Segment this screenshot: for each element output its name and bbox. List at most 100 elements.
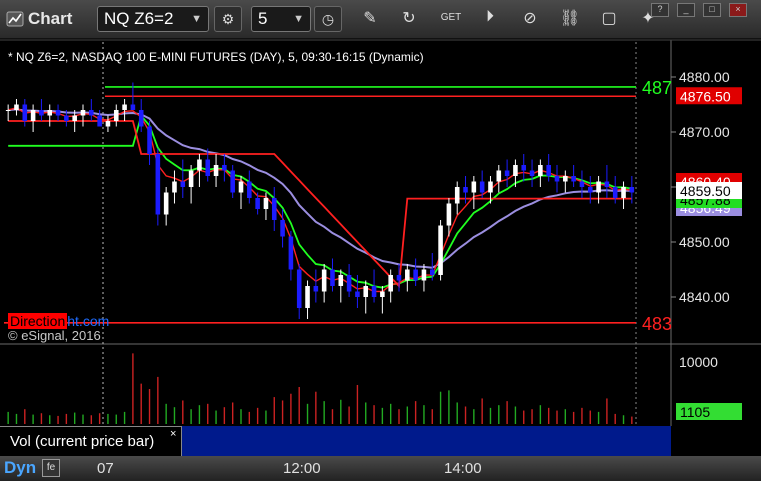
candle-body: [39, 110, 44, 116]
candle-body: [546, 165, 551, 176]
candle-body: [255, 198, 260, 209]
candle-body: [122, 104, 127, 110]
candle-body: [80, 110, 86, 116]
candle-body: [538, 165, 543, 176]
price-tick-label: 4850.00: [679, 234, 730, 250]
candle-body: [496, 170, 502, 182]
candle-body: [238, 181, 244, 193]
dynamic-label[interactable]: Dyn: [4, 458, 36, 478]
candle-body: [571, 176, 576, 182]
time-label-1400: 14:00: [444, 460, 482, 477]
candle-body: [130, 104, 136, 110]
candle-body: [421, 269, 427, 281]
candle-body: [105, 121, 111, 127]
candle-body: [280, 220, 285, 237]
volume-bars: [7, 353, 633, 424]
watermark: Direction ht.com: [8, 313, 109, 329]
candle-body: [14, 104, 19, 110]
candle-body: [563, 176, 568, 182]
candle-body: [463, 187, 468, 193]
candle-body: [313, 286, 319, 292]
candle-body: [321, 269, 327, 292]
candle-body: [163, 192, 169, 215]
candle-body: [587, 187, 593, 193]
candle-body: [504, 170, 510, 176]
price-tick-label: 4880.00: [679, 69, 730, 85]
axis-corner: [671, 426, 761, 456]
candle-body: [138, 110, 144, 127]
candle-body: [55, 110, 61, 116]
candle-body: [172, 181, 177, 193]
candle-body: [388, 275, 393, 292]
candle-body: [338, 275, 344, 286]
candle-body: [380, 291, 385, 297]
candle-body: [330, 269, 335, 286]
copyright-text: © eSignal, 2016: [8, 328, 101, 343]
candle-body: [346, 275, 352, 292]
candle-body: [155, 154, 161, 215]
candle-body: [471, 181, 477, 193]
candle-body: [89, 110, 94, 116]
price-axis: 4880.004870.004860.004850.004840.0010000: [671, 69, 730, 370]
candle-body: [305, 286, 310, 308]
candle-body: [363, 286, 369, 297]
candle-body: [72, 115, 77, 121]
red-level-tag: 4876.50: [680, 88, 731, 104]
time-label-1200: 12:00: [283, 460, 321, 477]
candle-body: [521, 165, 527, 171]
candle-body: [113, 110, 119, 121]
candle-body: [612, 187, 618, 198]
watermark-part1: Direction: [8, 313, 68, 329]
candle-body: [438, 225, 443, 275]
candle-body: [5, 110, 11, 111]
candle-body: [413, 269, 418, 281]
candle-body: [355, 291, 360, 297]
candle-body: [22, 104, 28, 121]
candle-body: [188, 170, 194, 187]
candle-body: [263, 198, 269, 209]
price-tick-label: 4840.00: [679, 289, 730, 305]
candle-body: [405, 269, 410, 281]
candle-body: [271, 198, 277, 220]
volume-study-label: Vol (current price bar): [10, 433, 155, 450]
candle-body: [371, 286, 377, 297]
candle-body: [596, 181, 601, 193]
candle-body: [64, 115, 69, 121]
candle-body: [529, 170, 535, 176]
candle-body: [147, 126, 152, 154]
candle-body: [222, 165, 227, 171]
price-tick-label: 4870.00: [679, 124, 730, 140]
candle-body: [604, 181, 610, 187]
candle-body: [429, 269, 435, 275]
candle-body: [554, 176, 560, 182]
purple-average-line: [8, 108, 632, 269]
candle-body: [197, 159, 202, 171]
candle-body: [579, 181, 585, 187]
candle-body: [488, 181, 493, 193]
candle-body: [205, 159, 211, 176]
formula-icon[interactable]: fe: [42, 459, 60, 477]
candle-body: [446, 203, 452, 226]
candle-body: [454, 187, 460, 204]
chart-info: * NQ Z6=2, NASDAQ 100 E-MINI FUTURES (DA…: [8, 50, 424, 64]
candle-body: [213, 165, 219, 176]
red-bottom-level-tag: 483: [642, 314, 672, 334]
candle-body: [479, 181, 485, 193]
green-level-tag: 487: [642, 78, 672, 98]
candle-body: [30, 110, 36, 121]
candle-body: [247, 181, 252, 198]
volume-tick-label: 10000: [679, 354, 718, 370]
current-price-tag: 4859.50: [680, 183, 731, 199]
candle-body: [97, 115, 102, 127]
close-icon[interactable]: ×: [170, 428, 176, 440]
candle-body: [180, 181, 186, 187]
time-label-07: 07: [97, 460, 114, 477]
time-axis-bar: [0, 456, 761, 481]
candle-body: [230, 170, 235, 193]
candle-body: [396, 275, 402, 281]
candle-body: [629, 187, 635, 193]
candle-body: [296, 269, 302, 308]
candle-body: [621, 187, 626, 198]
watermark-part2: ht.com: [67, 313, 110, 329]
candle-body: [288, 236, 294, 270]
